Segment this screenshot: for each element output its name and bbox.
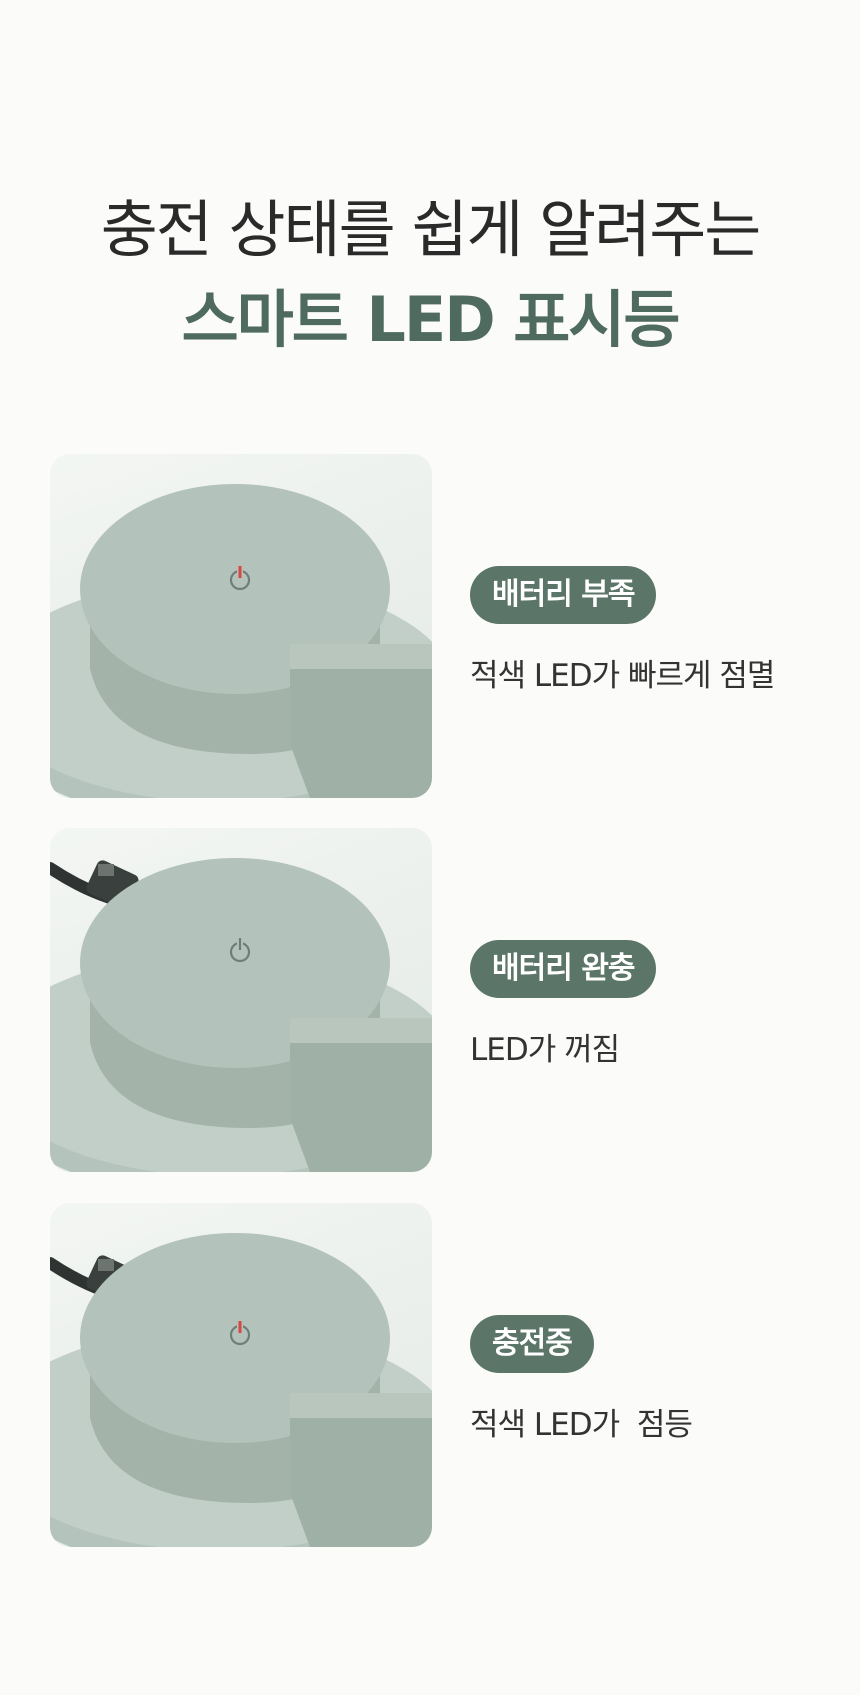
- charger-illustration: [50, 858, 432, 1172]
- state-info: 배터리 완충 LED가 꺼짐: [470, 940, 657, 1069]
- status-description: LED가 꺼짐: [470, 1032, 620, 1068]
- state-info: 배터리 부족 적색 LED가 빠르게 점멸: [470, 566, 775, 695]
- state-info: 충전중 적색 LED가 점등: [470, 1315, 693, 1444]
- charger-illustration: [50, 484, 432, 798]
- state-row-low-battery: 배터리 부족 적색 LED가 빠르게 점멸: [50, 454, 810, 798]
- charger-illustration: [50, 1233, 432, 1547]
- product-photo-low-battery: [50, 454, 432, 798]
- status-description: 적색 LED가 점등: [470, 1407, 693, 1443]
- product-photo-full-battery: [50, 828, 432, 1172]
- page-heading: 충전 상태를 쉽게 알려주는 스마트 LED 표시등: [0, 188, 860, 362]
- state-row-full-battery: 배터리 완충 LED가 꺼짐: [50, 828, 810, 1172]
- product-photo-charging: [50, 1203, 432, 1547]
- heading-line-2: 스마트 LED 표시등: [181, 283, 681, 356]
- status-badge: 배터리 완충: [470, 940, 657, 998]
- status-badge: 배터리 부족: [470, 566, 657, 624]
- heading-line-1: 충전 상태를 쉽게 알려주는: [100, 193, 762, 266]
- state-row-charging: 충전중 적색 LED가 점등: [50, 1203, 810, 1547]
- status-description: 적색 LED가 빠르게 점멸: [470, 658, 775, 694]
- status-badge: 충전중: [470, 1315, 594, 1373]
